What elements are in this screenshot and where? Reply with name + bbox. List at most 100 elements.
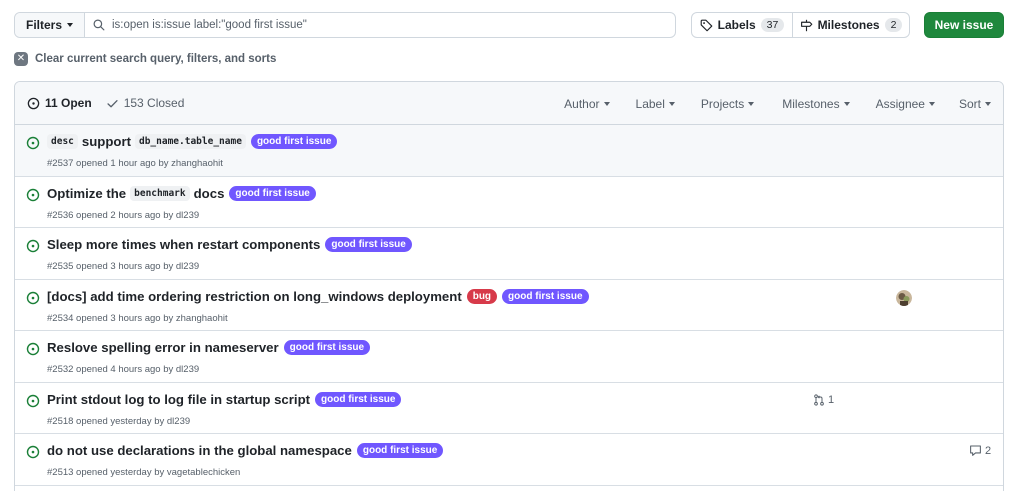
issue-status (26, 394, 40, 411)
issue-title-code[interactable]: benchmark (130, 185, 190, 201)
issue-title-code[interactable]: db_name.table_name (134, 134, 246, 149)
git-pull-request-icon (814, 393, 824, 406)
milestones-count-badge: 2 (884, 18, 903, 32)
list-filters: Author Label Projects Milestones Assigne… (564, 82, 991, 125)
sort-filter[interactable]: Sort (959, 97, 991, 111)
issue-row: Print stdout log to log file in startup … (15, 383, 1003, 434)
chevron-down-icon (985, 101, 991, 106)
issue-opened-icon (26, 136, 40, 150)
chevron-down-icon (603, 101, 610, 106)
author-filter[interactable]: Author (564, 96, 610, 111)
label-filter[interactable]: Label (636, 97, 675, 111)
issue-title-link[interactable]: [docs] add time ordering restriction on … (47, 289, 462, 304)
issue-label[interactable]: good first issue (502, 288, 589, 304)
issue-title-link[interactable]: Sleep more times when restart components (47, 237, 320, 252)
issue-status (26, 188, 40, 205)
issue-label[interactable]: bug (466, 288, 498, 304)
search-query-text: is:open is:issue label:"good first issue… (112, 19, 307, 31)
issue-status (26, 445, 40, 462)
comments-count: 2 (985, 444, 992, 457)
issue-title-link[interactable]: do not use declarations in the global na… (47, 443, 352, 458)
clear-filters-link[interactable]: ✕ Clear current search query, filters, a… (14, 52, 276, 66)
issue-opened-icon (26, 342, 40, 356)
issue-row: desc support db_name.table_name good first … (15, 125, 1003, 177)
milestone-icon (800, 19, 812, 31)
clear-filters-label: Clear current search query, filters, and… (35, 53, 277, 65)
issue-row: Sleep more times when restart components… (15, 228, 1003, 280)
issue-row: do not use declarations in the global na… (15, 434, 1003, 486)
issue-meta: #2537 opened 1 hour ago by zhanghaohit (47, 158, 223, 169)
issue-title-line: Print stdout log to log file in startup … (47, 391, 402, 407)
tag-icon (700, 19, 712, 31)
search-input[interactable]: is:open is:issue label:"good first issue… (85, 13, 675, 37)
issue-opened-icon (26, 239, 40, 253)
close-icon: ✕ (14, 52, 28, 66)
issue-status (26, 291, 40, 308)
issue-label[interactable]: good first issue (356, 443, 444, 458)
labels-button-label: Labels (717, 18, 756, 32)
issue-title-link[interactable]: Print stdout log to log file in startup … (47, 392, 310, 407)
closed-issues-tab[interactable]: 153 Closed (106, 96, 184, 110)
issues-list-header: 11 Open 153 Closed Author Label Projects… (15, 82, 1003, 125)
chevron-down-icon (748, 101, 755, 106)
comments-link[interactable]: 2 (969, 444, 991, 457)
issue-label[interactable]: good first issue (250, 134, 338, 149)
labels-count-badge: 37 (760, 18, 785, 32)
linked-pr-count: 1 (828, 393, 835, 406)
labels-milestones-group: Labels 37 Milestones 2 (691, 12, 910, 38)
new-issue-button[interactable]: New issue (924, 12, 1004, 38)
issue-opened-icon (26, 291, 40, 304)
issue-title-link[interactable]: Optimize the (47, 186, 126, 201)
issue-meta: #2534 opened 3 hours ago by zhanghaohit (47, 312, 228, 324)
issue-opened-icon (26, 445, 40, 459)
projects-filter[interactable]: Projects (700, 96, 755, 111)
issue-meta: #2513 opened yesterday by vagetablechick… (47, 467, 241, 478)
filters-button-label: Filters (25, 18, 62, 32)
milestones-filter[interactable]: Milestones (782, 97, 850, 111)
issue-title-line: do not use declarations in the global na… (47, 443, 444, 458)
issue-title-line: [docs] add time ordering restriction on … (47, 288, 589, 304)
issue-label[interactable]: good first issue (315, 391, 402, 407)
open-issues-tab[interactable]: 11 Open (27, 96, 92, 110)
issue-label[interactable]: good first issue (325, 237, 412, 252)
issue-title-line: desc support db_name.table_name good first … (47, 134, 338, 149)
open-count-label: 11 Open (45, 96, 92, 110)
filters-button[interactable]: Filters (15, 13, 85, 37)
filters-search-group: Filters is:open is:issue label:"good fir… (14, 12, 676, 38)
projects-filter-label: Projects (700, 96, 745, 111)
issue-row: Optimize the benchmark docs good first issu… (15, 177, 1003, 228)
issue-title-code[interactable]: desc (47, 134, 78, 149)
label-filter-label: Label (635, 96, 665, 111)
avatar-image (896, 289, 912, 306)
issue-label[interactable]: good first issue (283, 340, 371, 355)
issue-title-link[interactable]: support (82, 134, 131, 149)
issue-title-link[interactable]: docs (194, 186, 225, 201)
search-icon (93, 19, 105, 31)
milestones-button-label: Milestones (817, 18, 880, 32)
labels-button[interactable]: Labels 37 (692, 13, 793, 37)
issue-label[interactable]: good first issue (229, 185, 316, 201)
assignee-avatar[interactable] (896, 289, 912, 306)
issues-toolbar: Filters is:open is:issue label:"good fir… (14, 12, 1004, 38)
comment-icon (970, 445, 981, 456)
issue-title-line: Reslove spelling error in nameserver good… (47, 340, 371, 355)
issue-meta: #2518 opened yesterday by dl239 (47, 415, 191, 427)
issue-meta: #2532 opened 4 hours ago by dl239 (47, 364, 200, 375)
issue-title-link[interactable]: Reslove spelling error in nameserver (47, 340, 279, 355)
issue-status (26, 136, 40, 153)
assignee-filter[interactable]: Assignee (876, 97, 935, 111)
check-icon (107, 99, 118, 107)
chevron-down-icon (843, 101, 850, 106)
issue-opened-icon (27, 97, 40, 109)
issue-title-line: Sleep more times when restart components… (47, 237, 412, 252)
linked-pr-link[interactable]: 1 (813, 394, 834, 406)
sort-filter-label: Sort (958, 96, 981, 111)
issue-meta: #2536 opened 2 hours ago by dl239 (47, 209, 200, 221)
issue-meta: #2535 opened 3 hours ago by dl239 (47, 261, 200, 272)
author-filter-label: Author (564, 96, 600, 111)
issues-list: 11 Open 153 Closed Author Label Projects… (14, 81, 1004, 491)
issue-title-line: Optimize the benchmark docs good first issu… (47, 185, 316, 201)
chevron-down-icon (67, 23, 73, 27)
issue-status (26, 342, 40, 359)
milestones-button[interactable]: Milestones 2 (793, 13, 909, 37)
